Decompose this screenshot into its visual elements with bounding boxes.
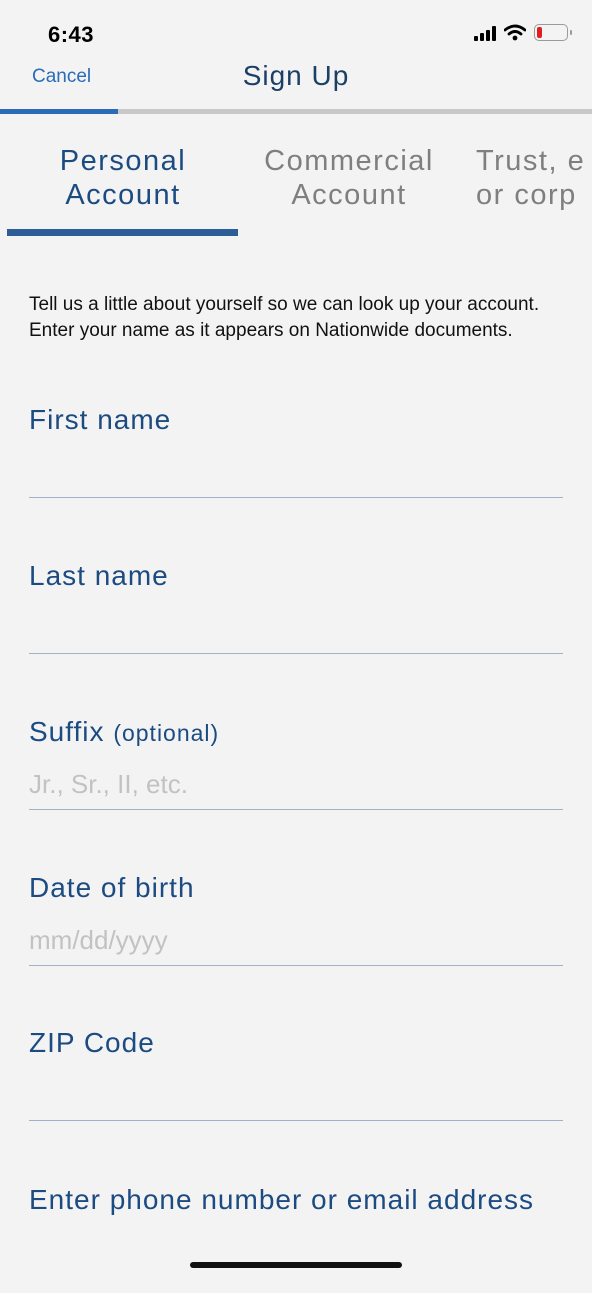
tab-personal-line2: Account — [65, 179, 181, 211]
tab-commercial-line1: Commercial — [264, 145, 434, 177]
intro-text: Tell us a little about yourself so we ca… — [29, 294, 540, 341]
tab-trust-account[interactable]: Trust, e or corp — [476, 144, 592, 212]
last-name-underline — [29, 653, 563, 654]
tab-trust-line2: or corp — [476, 179, 577, 211]
first-name-field: First name — [29, 404, 563, 514]
phone-or-email-field: Enter phone number or email address — [29, 1183, 563, 1293]
suffix-field: Suffix (optional) — [29, 716, 563, 826]
date-of-birth-label: Date of birth — [29, 872, 195, 903]
tab-personal-line1: Personal — [59, 145, 187, 177]
cellular-signal-icon — [474, 25, 496, 41]
suffix-label: Suffix — [29, 716, 105, 747]
suffix-label-group: Suffix (optional) — [29, 716, 219, 748]
home-indicator[interactable] — [190, 1262, 402, 1268]
wifi-icon — [504, 24, 526, 41]
tab-personal-account[interactable]: Personal Account — [8, 144, 238, 212]
phone-or-email-label: Enter phone number or email address — [29, 1184, 535, 1215]
suffix-underline — [29, 809, 563, 810]
suffix-input[interactable] — [29, 762, 563, 806]
signup-progress-bar — [0, 109, 592, 114]
last-name-input[interactable] — [29, 606, 563, 650]
navigation-bar: Cancel Sign Up — [0, 60, 592, 108]
selected-tab-indicator — [7, 229, 238, 236]
battery-low-icon — [534, 24, 572, 41]
page-title: Sign Up — [242, 60, 350, 91]
date-of-birth-underline — [29, 965, 563, 966]
tab-trust-line1: Trust, e — [476, 145, 586, 177]
first-name-underline — [29, 497, 563, 498]
battery-level — [537, 27, 542, 38]
zip-code-label: ZIP Code — [29, 1027, 155, 1058]
signup-progress-fill — [0, 109, 119, 114]
suffix-optional-label: (optional) — [113, 720, 220, 746]
tab-commercial-account[interactable]: Commercial Account — [234, 144, 464, 212]
first-name-label: First name — [29, 404, 172, 435]
status-icons — [474, 24, 572, 41]
last-name-field: Last name — [29, 560, 563, 670]
status-bar: 6:43 — [0, 0, 592, 60]
zip-code-input[interactable] — [29, 1073, 563, 1117]
first-name-input[interactable] — [29, 450, 563, 494]
last-name-label: Last name — [29, 560, 169, 591]
account-type-tabs: Personal Account Commercial Account Trus… — [0, 140, 592, 240]
zip-code-field: ZIP Code — [29, 1027, 563, 1137]
status-time: 6:43 — [48, 22, 95, 47]
date-of-birth-input[interactable] — [29, 918, 563, 962]
tab-commercial-line2: Account — [291, 179, 407, 211]
zip-code-underline — [29, 1120, 563, 1121]
date-of-birth-field: Date of birth — [29, 872, 563, 982]
